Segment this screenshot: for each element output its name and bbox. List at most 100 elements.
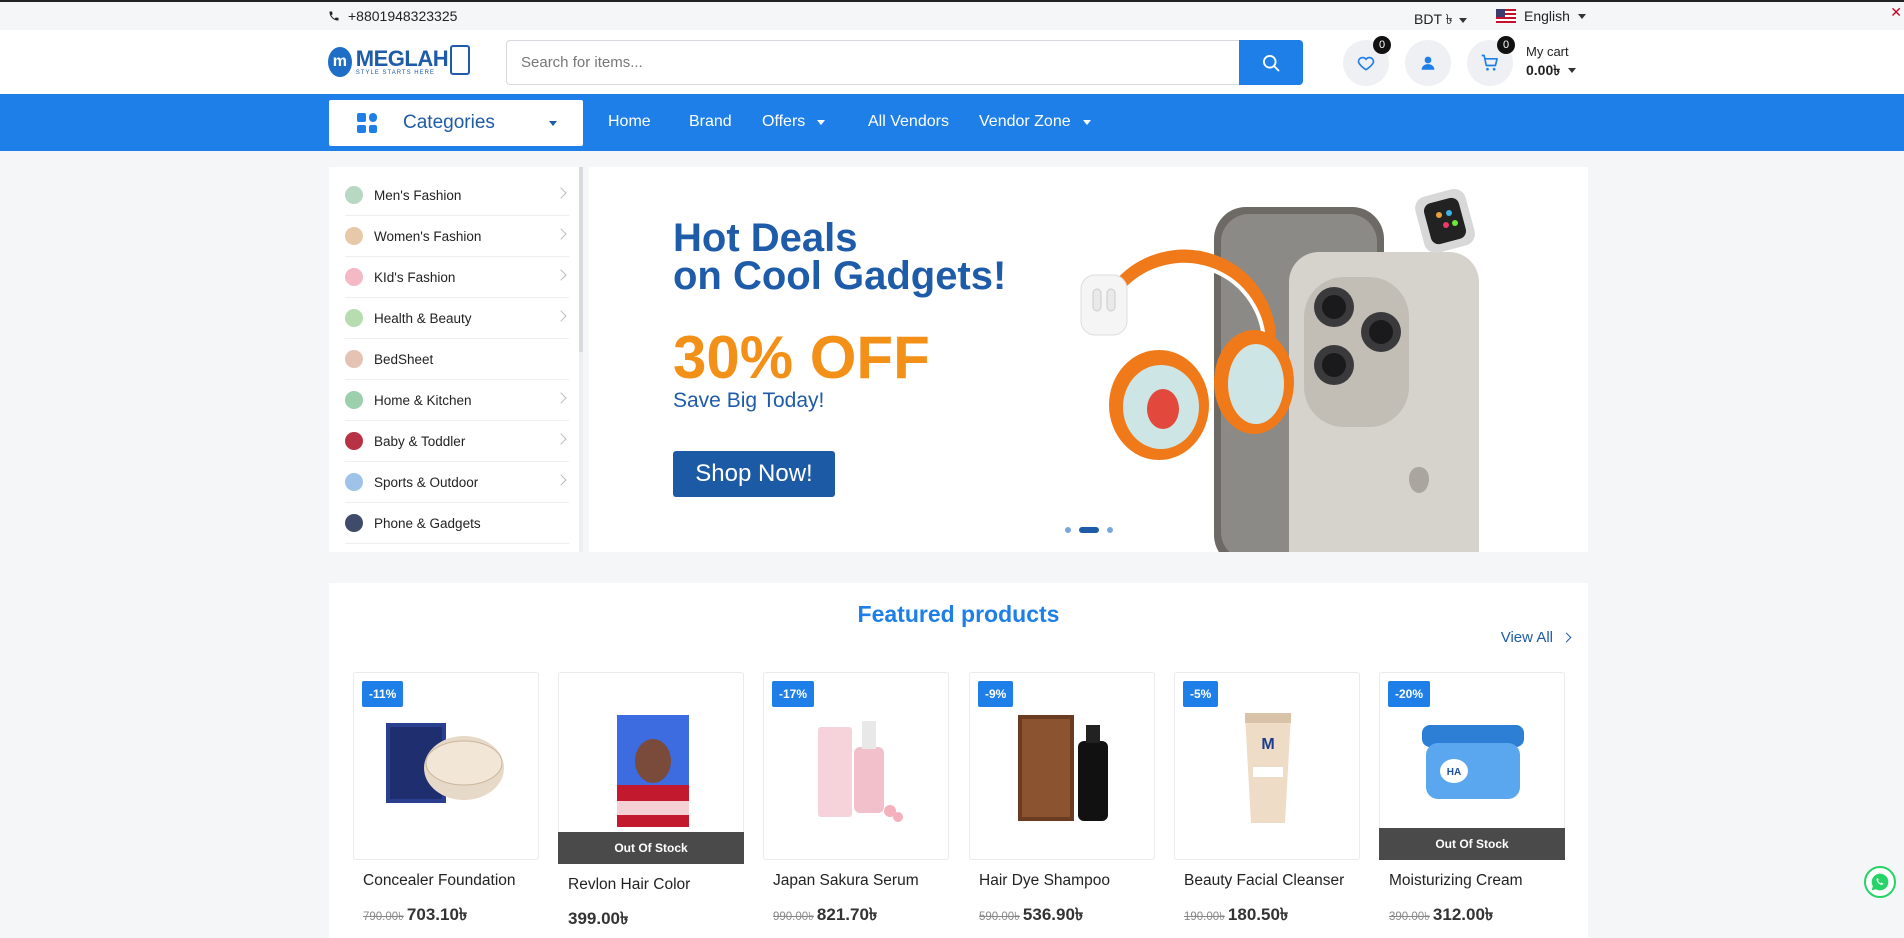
earbuds-illustration — [1080, 274, 1128, 336]
chevron-down-icon — [817, 119, 826, 125]
account-button[interactable] — [1405, 40, 1451, 86]
user-icon — [1421, 56, 1435, 70]
category-item-health-beauty[interactable]: Health & Beauty — [345, 298, 569, 339]
chevron-down-icon — [549, 121, 557, 126]
category-scrollbar[interactable] — [579, 167, 583, 552]
discount-badge: -11% — [362, 681, 404, 707]
site-header: m MEGLAH STYLE STARTS HERE 0 0 My cart 0… — [0, 30, 1904, 94]
nav-offers[interactable]: Offers — [762, 113, 826, 131]
top-bar: +8801948323325 BDT ৳ English ✕ — [0, 2, 1904, 30]
nav-vendor-zone[interactable]: Vendor Zone — [979, 113, 1091, 131]
cart-icon — [1481, 54, 1498, 71]
category-item-phone-gadgets[interactable]: Phone & Gadgets — [345, 503, 569, 544]
sports-outdoor-icon — [345, 473, 363, 491]
womens-fashion-icon — [345, 227, 363, 245]
old-price: 190.00৳ — [1184, 911, 1225, 923]
chevron-down-icon — [1577, 13, 1586, 19]
mens-fashion-icon — [345, 186, 363, 204]
category-label: Health & Beauty — [374, 310, 472, 326]
logo-tagline: STYLE STARTS HERE — [355, 70, 435, 76]
wishlist-button[interactable]: 0 — [1343, 36, 1391, 86]
chevron-right-icon — [555, 228, 567, 240]
current-price: 312.00৳ — [1432, 905, 1494, 924]
carousel-dot-1[interactable] — [1065, 527, 1071, 533]
nav-brand-label: Brand — [689, 113, 732, 130]
product-name[interactable]: Revlon Hair Color — [568, 876, 690, 894]
current-price: 821.70৳ — [816, 905, 878, 924]
language-label: English — [1524, 8, 1570, 24]
hero-title-line2: on Cool Gadgets! — [673, 254, 1007, 298]
view-all-label: View All — [1500, 629, 1553, 646]
product-image: M — [1245, 713, 1291, 823]
category-label: Men's Fashion — [374, 187, 462, 203]
category-item-sports-outdoor[interactable]: Sports & Outdoor — [345, 462, 569, 503]
close-icon[interactable]: ✕ — [1890, 4, 1902, 21]
logo-text: MEGLAH STYLE STARTS HERE — [355, 48, 449, 77]
category-item-womens-fashion[interactable]: Women's Fashion — [345, 216, 569, 257]
out-of-stock-banner: Out Of Stock — [1379, 828, 1565, 860]
my-cart-summary[interactable]: My cart 0.00৳ — [1526, 42, 1577, 80]
baby-toddler-icon — [345, 432, 363, 450]
nav-all-vendors[interactable]: All Vendors — [868, 113, 949, 131]
chevron-down-icon — [1568, 68, 1577, 73]
hero-subtitle: Save Big Today! — [673, 389, 825, 412]
shop-now-button[interactable]: Shop Now! — [673, 451, 835, 497]
old-price: 790.00৳ — [363, 911, 404, 923]
discount-badge: -9% — [978, 681, 1014, 707]
product-card[interactable]: -17% — [763, 672, 949, 860]
product-name[interactable]: Beauty Facial Cleanser — [1184, 872, 1344, 890]
nav-brand[interactable]: Brand — [689, 113, 732, 131]
cart-button[interactable]: 0 — [1467, 36, 1515, 86]
product-image — [386, 723, 504, 803]
product-image: HA — [1422, 725, 1524, 799]
product-card[interactable]: -20% HA Out Of Stock — [1379, 672, 1565, 860]
product-card[interactable]: -9% — [969, 672, 1155, 860]
view-all-link[interactable]: View All — [1500, 629, 1572, 646]
home-kitchen-icon — [345, 391, 363, 409]
wishlist-count-badge: 0 — [1373, 36, 1391, 54]
hero-title: Hot Deals on Cool Gadgets! — [673, 218, 1007, 298]
chevron-right-icon — [555, 392, 567, 404]
nav-home-label: Home — [608, 113, 651, 130]
search-icon — [1263, 54, 1280, 71]
category-label: BedSheet — [374, 351, 434, 367]
whatsapp-chat-button[interactable] — [1864, 866, 1896, 898]
search-input[interactable] — [521, 41, 1221, 84]
search-button[interactable] — [1239, 40, 1303, 85]
category-label: Phone & Gadgets — [374, 515, 481, 531]
bedsheet-icon — [345, 350, 363, 368]
nav-home[interactable]: Home — [608, 113, 651, 131]
phone-contact[interactable]: +8801948323325 — [328, 8, 457, 24]
search-bar — [506, 40, 1303, 85]
category-item-kids-fashion[interactable]: KId's Fashion — [345, 257, 569, 298]
product-card[interactable]: -11% — [353, 672, 539, 860]
product-name[interactable]: Japan Sakura Serum — [773, 872, 919, 890]
hero-gadgets-illustration — [1080, 188, 1479, 552]
site-logo[interactable]: m MEGLAH STYLE STARTS HERE — [328, 40, 470, 84]
product-price: 399.00৳ — [568, 906, 628, 934]
language-selector[interactable]: English — [1496, 8, 1586, 24]
category-sidebar: Men's Fashion Women's Fashion KId's Fash… — [329, 167, 583, 552]
category-item-mens-fashion[interactable]: Men's Fashion — [345, 175, 569, 216]
category-item-baby-toddler[interactable]: Baby & Toddler — [345, 421, 569, 462]
whatsapp-icon — [1871, 873, 1889, 891]
old-price: 390.00৳ — [1389, 911, 1430, 923]
product-name[interactable]: Hair Dye Shampoo — [979, 872, 1110, 890]
carousel-dot-2[interactable] — [1079, 527, 1099, 533]
carousel-dot-3[interactable] — [1107, 527, 1113, 533]
categories-dropdown-button[interactable]: Categories — [329, 100, 583, 146]
grid-icon — [357, 113, 377, 133]
product-price: 190.00৳ 180.50৳ — [1184, 902, 1288, 930]
category-item-bedsheet[interactable]: BedSheet — [345, 339, 569, 380]
product-name[interactable]: Moisturizing Cream — [1389, 872, 1523, 890]
category-item-home-kitchen[interactable]: Home & Kitchen — [345, 380, 569, 421]
product-name[interactable]: Concealer Foundation — [363, 872, 516, 890]
current-price: 536.90৳ — [1022, 905, 1084, 924]
chevron-down-icon — [1082, 119, 1091, 125]
currency-selector[interactable]: BDT ৳ — [1414, 8, 1467, 32]
categories-label: Categories — [403, 112, 495, 133]
cart-count-badge: 0 — [1497, 36, 1515, 54]
old-price: 590.00৳ — [979, 911, 1020, 923]
product-card[interactable]: -5% M — [1174, 672, 1360, 860]
product-card[interactable]: Out Of Stock — [558, 672, 744, 864]
